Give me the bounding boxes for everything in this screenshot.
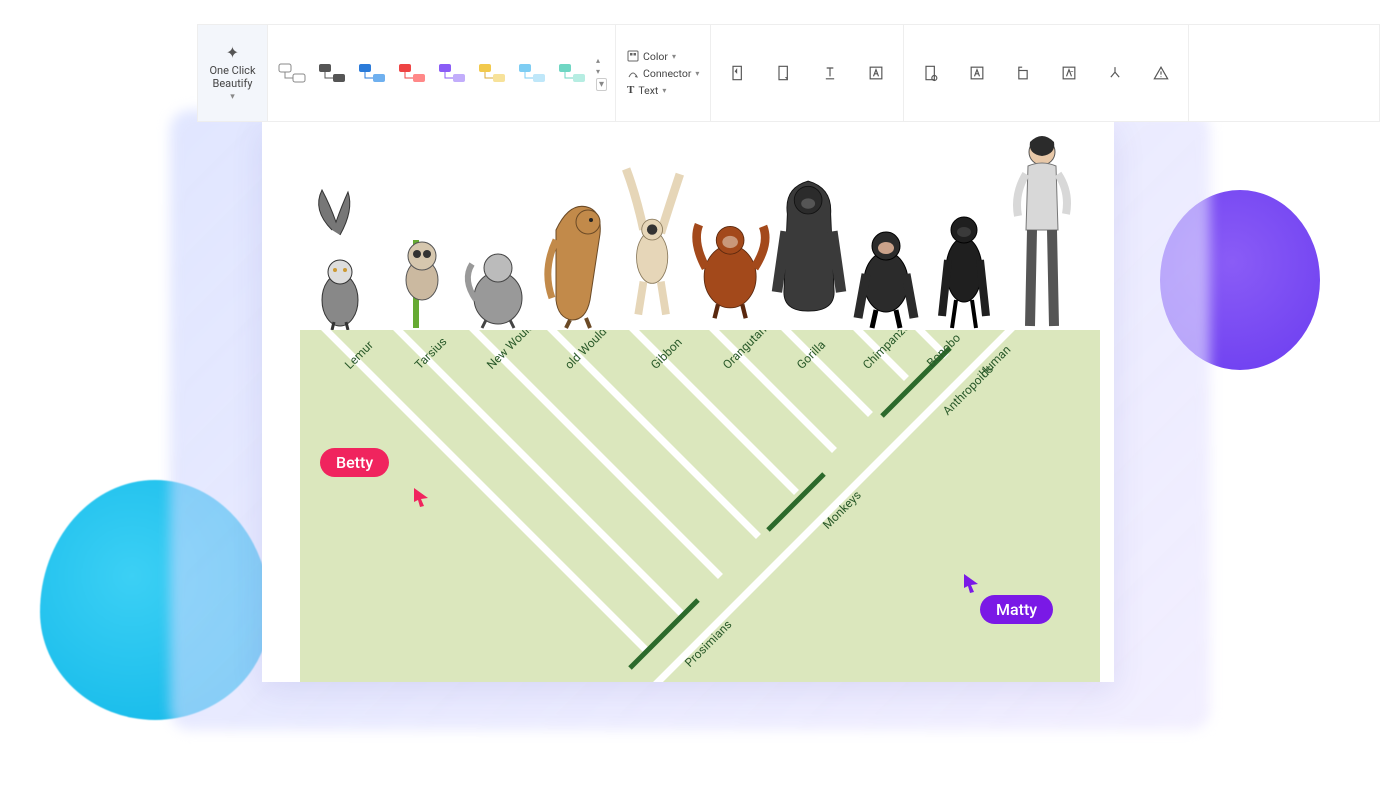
theme-swatch-dark[interactable] [314,58,350,88]
page-add-tool-button[interactable] [910,52,952,94]
tarsius-illustration [380,200,458,330]
bonobo-illustration [926,180,1004,330]
fill-tool-button[interactable] [717,52,759,94]
sparkle-icon: ✦ [226,43,239,62]
theme-swatch-blue[interactable] [354,58,390,88]
connector-label: Connector [643,67,691,80]
chevron-down-icon: ▾ [230,92,235,103]
theme-swatch-lightblue[interactable] [514,58,550,88]
page-tools-group-2 [904,25,1189,121]
style-dropdowns-group: Color ▾ Connector ▾ T Text ▾ [616,25,711,121]
beautify-label-2: Beautify [212,77,252,90]
theme-swatch-teal[interactable] [554,58,590,88]
warning-tool-button[interactable] [1140,52,1182,94]
human-illustration [1004,130,1082,330]
new-world-monkey-illustration [458,210,536,330]
chimpanzee-illustration [848,190,926,330]
collaborator-name: Matty [980,595,1053,624]
text-style-dropdown[interactable]: T Text ▾ [624,83,702,98]
collaborator-name: Betty [320,448,389,477]
theme-swatch-red[interactable] [394,58,430,88]
toolbar: ✦ One Click Beautify ▾ ▴ [197,24,1380,122]
text-box-tool-button[interactable] [855,52,897,94]
color-label: Color [643,50,668,63]
theme-swatch-yellow[interactable] [474,58,510,88]
collaborator-cursor-matty: Matty [980,595,1053,624]
shape-rotate-tool-button[interactable] [1002,52,1044,94]
collaborator-cursor-betty: Betty [320,448,389,477]
palette-icon [627,50,639,62]
connector-dropdown[interactable]: Connector ▾ [624,66,702,81]
beautify-label-1: One Click [209,64,255,77]
connector-icon [627,67,639,79]
text-box-alt-tool-button[interactable] [1048,52,1090,94]
theme-expand-button[interactable]: ▾ [596,78,607,91]
lemur-illustration [302,180,380,330]
primate-illustrations-row [262,122,1114,330]
color-dropdown[interactable]: Color ▾ [624,49,702,64]
theme-swatch-purple[interactable] [434,58,470,88]
one-click-beautify-button[interactable]: ✦ One Click Beautify ▾ [198,25,268,121]
text-underline-tool-button[interactable] [809,52,851,94]
page-corner-tool-button[interactable] [763,52,805,94]
page-tools-group [711,25,904,121]
text-label: Text [638,84,658,97]
theme-swatch-gray[interactable] [274,58,310,88]
gorilla-illustration [770,150,848,330]
tree-tool-button[interactable] [1094,52,1136,94]
theme-swatches-group: ▴ ▾ ▾ [268,25,616,121]
old-world-monkey-illustration [536,180,614,330]
text-box-tool2-button[interactable] [956,52,998,94]
cursor-pointer-icon [962,572,982,594]
orangutan-illustration [692,180,770,330]
cursor-pointer-icon [412,486,432,508]
chevron-up-icon[interactable]: ▴ [596,56,607,65]
text-icon: T [627,84,634,96]
gibbon-illustration [614,150,692,330]
chevron-down-icon[interactable]: ▾ [596,67,607,76]
